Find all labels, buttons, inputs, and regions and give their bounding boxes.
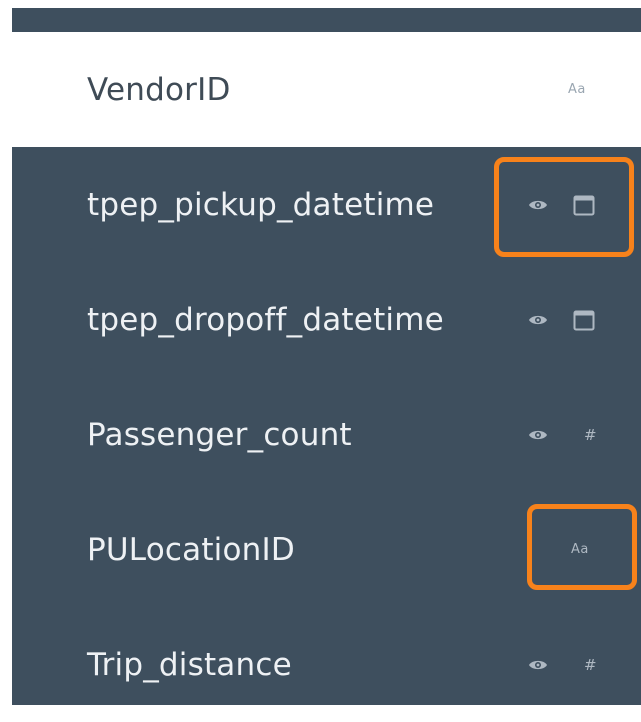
field-name: VendorID	[87, 71, 231, 108]
eye-icon[interactable]	[528, 428, 548, 442]
calendar-icon	[573, 309, 595, 331]
number-type-icon: #	[584, 655, 597, 674]
field-row-vendorid[interactable]: VendorID Aa	[12, 32, 641, 147]
number-type-icon: #	[584, 425, 597, 444]
field-name: tpep_dropoff_datetime	[87, 301, 444, 338]
field-row-trip-distance[interactable]: Trip_distance #	[12, 607, 641, 722]
field-list-panel: VendorID Aa tpep_pickup_datetime tpep_dr…	[12, 8, 641, 705]
field-row-tpep-dropoff-datetime[interactable]: tpep_dropoff_datetime	[12, 262, 641, 377]
field-name: Passenger_count	[87, 416, 352, 453]
highlight-box-pickup-icons	[494, 157, 634, 257]
field-name: PULocationID	[87, 531, 295, 568]
eye-icon[interactable]	[528, 658, 548, 672]
eye-icon[interactable]	[528, 313, 548, 327]
field-name: tpep_pickup_datetime	[87, 186, 435, 223]
panel-header-strip	[12, 8, 641, 32]
highlight-box-pulocation-type	[527, 504, 637, 590]
field-row-passenger-count[interactable]: Passenger_count #	[12, 377, 641, 492]
field-name: Trip_distance	[87, 646, 292, 683]
text-type-icon: Aa	[568, 82, 586, 97]
